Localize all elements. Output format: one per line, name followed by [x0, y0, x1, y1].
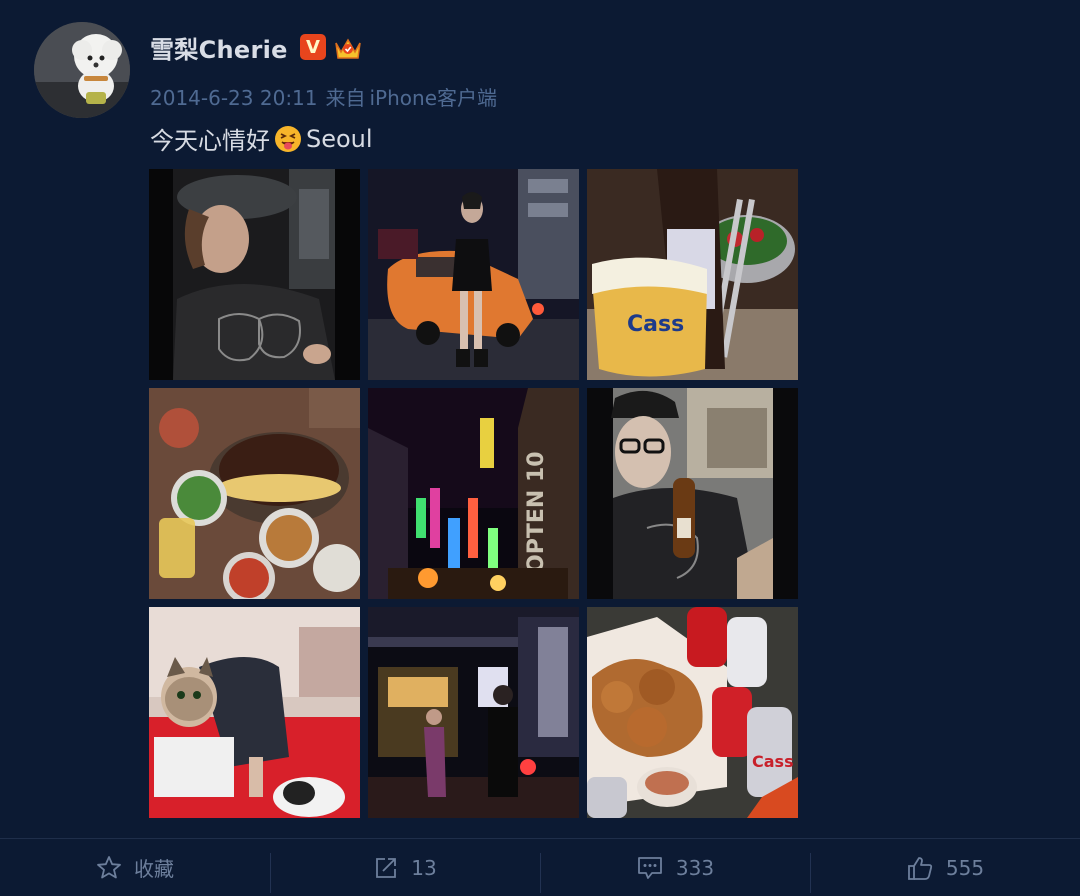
photo-orange-taxi-street[interactable] [368, 169, 579, 380]
tongue-out-emoji-icon [274, 125, 302, 153]
svg-text:Cass: Cass [627, 312, 684, 337]
repost-count: 13 [411, 855, 437, 880]
photo-night-street-neon[interactable]: TOPTEN 10 [368, 388, 579, 599]
comment-button[interactable]: 333 [540, 839, 810, 896]
photo-selfie-beer[interactable] [587, 388, 798, 599]
svg-text:TOPTEN 10: TOPTEN 10 [524, 451, 549, 588]
like-button[interactable]: 555 [810, 839, 1080, 896]
post-text: 今天心情好 Seoul [150, 121, 373, 156]
username[interactable]: 雪梨Cherie [150, 30, 288, 65]
star-icon [97, 855, 121, 878]
post-text-tag[interactable]: Seoul [306, 125, 373, 153]
favorite-button[interactable]: 收藏 [0, 839, 270, 896]
like-count: 555 [945, 855, 985, 880]
source-prefix: 来自 [325, 86, 366, 110]
verified-badge-icon[interactable]: V [300, 34, 326, 60]
comment-icon [638, 856, 662, 879]
post-text-main: 今天心情好 [150, 127, 270, 155]
action-bar: 收藏 13 333 555 [0, 839, 1080, 896]
photo-korean-bbq[interactable] [149, 388, 360, 599]
post-meta: 2014-6-23 20:11 来自 iPhone客户端 [150, 82, 505, 111]
photo-fried-chicken-cans[interactable]: Cass [587, 607, 798, 818]
photo-cat-face-sticker[interactable] [149, 607, 360, 818]
crown-badge-icon[interactable] [333, 34, 363, 62]
favorite-label: 收藏 [134, 857, 174, 881]
photo-cass-beer-salad[interactable]: Cass [587, 169, 798, 380]
share-icon [376, 857, 397, 878]
repost-button[interactable]: 13 [270, 839, 540, 896]
avatar-dog-image [34, 22, 130, 118]
photo-girl-in-car[interactable] [149, 169, 360, 380]
photo-grid: Cass TOPTEN 10 Cass [149, 169, 798, 818]
comment-count: 333 [675, 855, 715, 880]
photo-shopping-street-night[interactable] [368, 607, 579, 818]
post-datetime[interactable]: 2014-6-23 20:11 [150, 86, 318, 110]
thumbs-up-icon [908, 856, 933, 880]
post-source[interactable]: iPhone客户端 [370, 86, 498, 110]
svg-text:Cass: Cass [752, 752, 794, 771]
avatar[interactable] [34, 22, 130, 118]
